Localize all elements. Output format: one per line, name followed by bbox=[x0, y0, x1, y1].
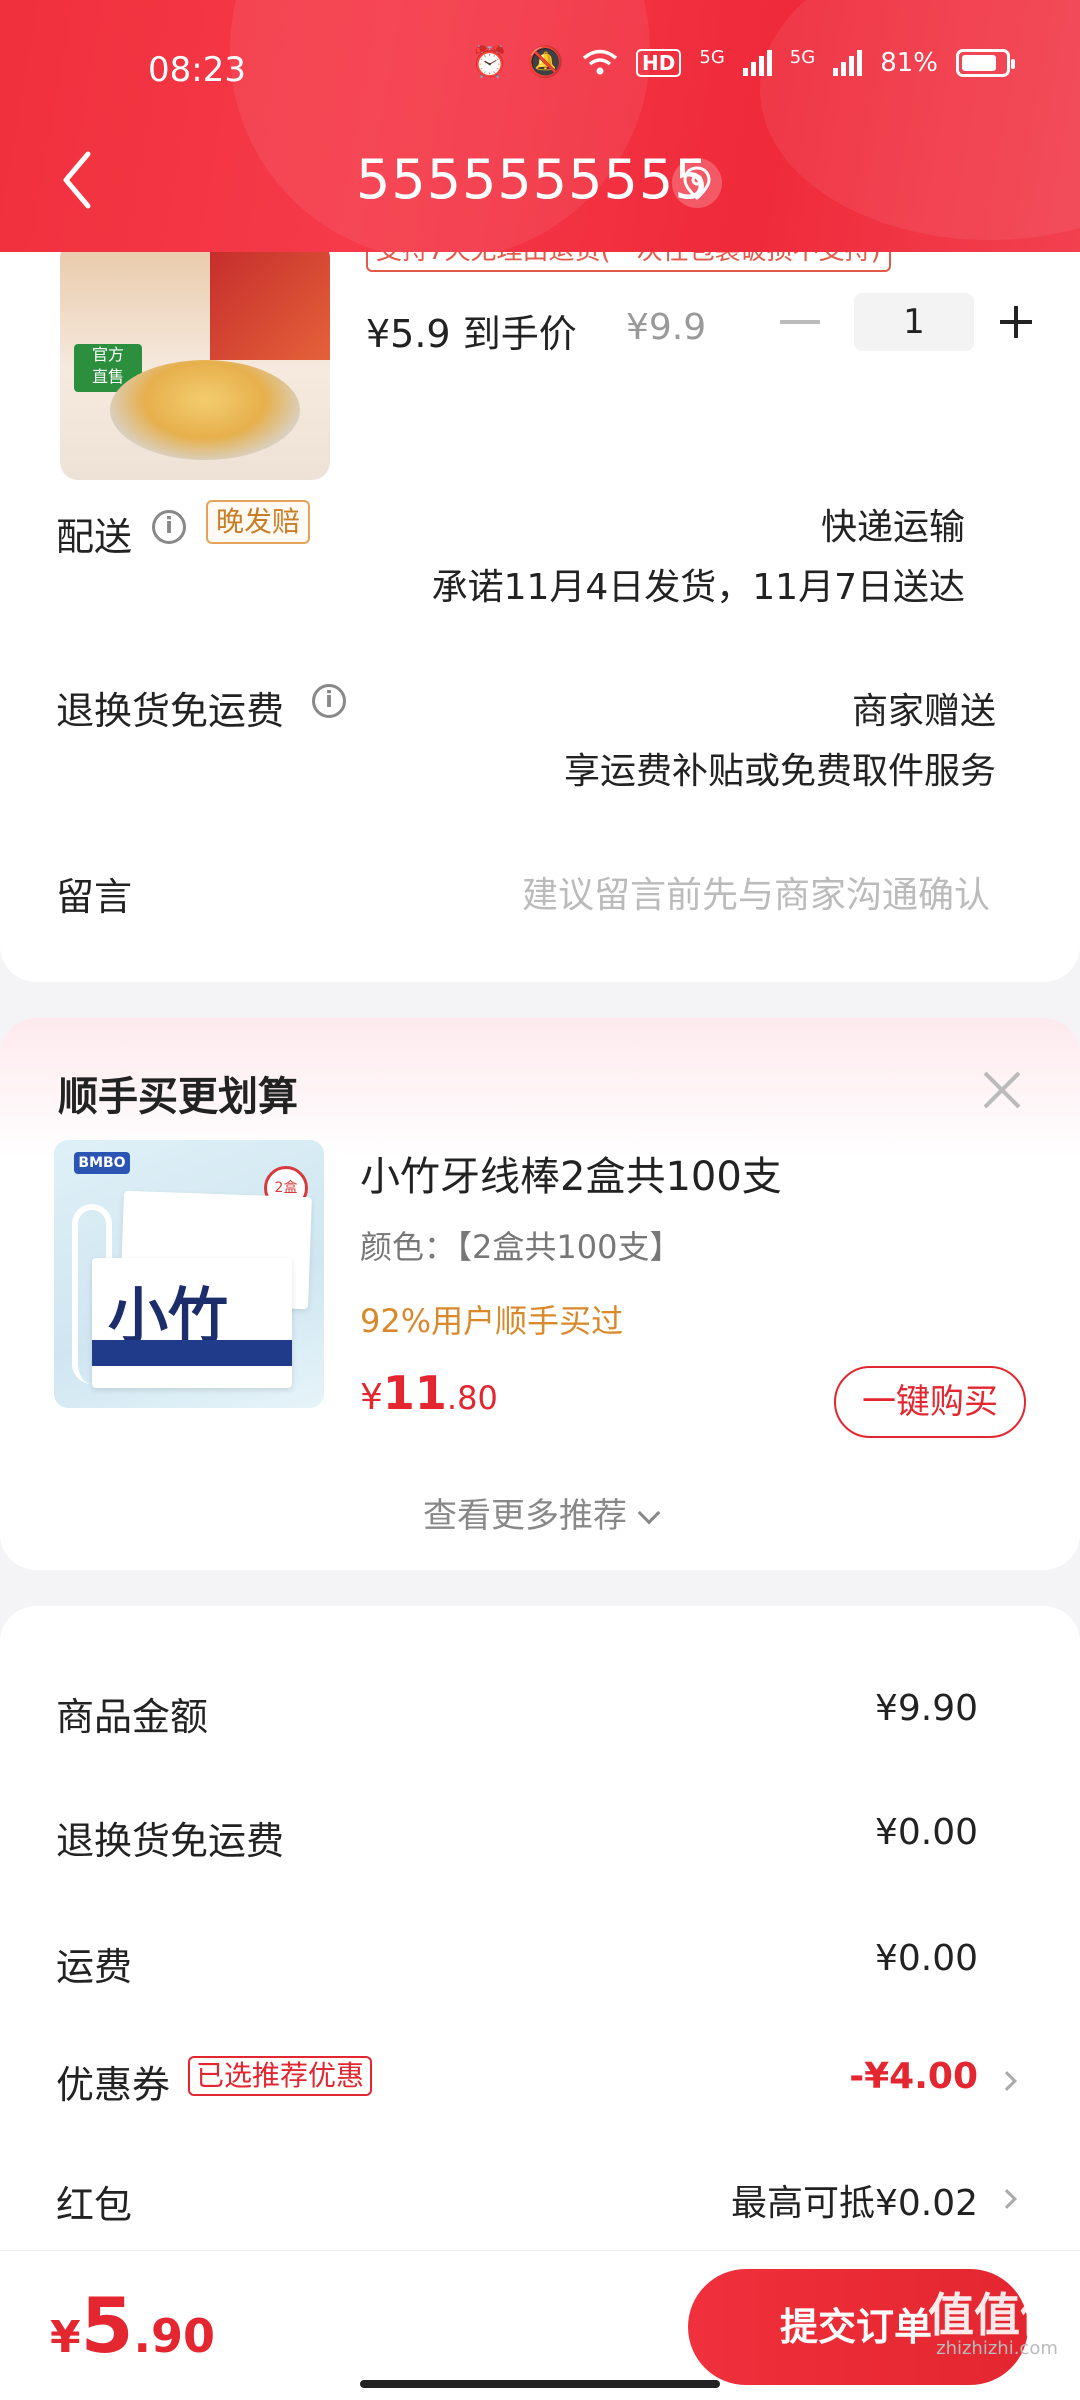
currency-symbol: ¥ bbox=[50, 2312, 81, 2363]
alarm-icon: ⏰ bbox=[471, 45, 509, 80]
summary-value-shipping: ¥0.00 bbox=[874, 1938, 978, 1979]
hd-voice-icon: HD bbox=[636, 49, 682, 77]
summary-label-goods: 商品金额 bbox=[56, 1695, 209, 1739]
one-click-buy-button[interactable]: 一键购买 bbox=[834, 1366, 1026, 1438]
chevron-right-icon[interactable] bbox=[997, 2071, 1017, 2091]
total-price: ¥5.90 bbox=[50, 2281, 215, 2370]
delivery-method[interactable]: 快递运输 bbox=[821, 498, 965, 550]
summary-value-goods: ¥9.90 bbox=[874, 1688, 978, 1729]
watermark: 值值值 zhizhizhi.com bbox=[928, 2291, 1066, 2359]
signal-bars-icon-2 bbox=[833, 50, 863, 76]
total-integer: 5 bbox=[80, 2281, 134, 2370]
summary-value-coupon[interactable]: -¥4.00 bbox=[849, 2056, 978, 2097]
location-pin-icon[interactable] bbox=[672, 158, 722, 208]
message-input[interactable]: 建议留言前先与商家沟通确认 bbox=[522, 866, 990, 918]
thumb-package bbox=[210, 240, 330, 360]
chevron-right-icon[interactable] bbox=[997, 2189, 1017, 2209]
delivery-promise: 承诺11月4日发货，11月7日送达 bbox=[431, 567, 965, 608]
recommend-price: ¥11.80 bbox=[360, 1366, 498, 1420]
status-bar: 08:23 ⏰ 🔕 HD 5G 5G 81% bbox=[0, 40, 1080, 100]
return-shipping-gift: 商家赠送 bbox=[851, 691, 996, 732]
more-recommendations-link[interactable]: 查看更多推荐 bbox=[0, 1488, 1080, 1537]
delivery-label: 配送 bbox=[56, 515, 133, 559]
wifi-icon bbox=[582, 49, 618, 75]
product-thumbnail[interactable]: 官方 直售 bbox=[60, 240, 330, 480]
final-price: ¥5.9 到手价 bbox=[366, 312, 577, 356]
page-title[interactable]: 5555555555 bbox=[356, 148, 710, 211]
quantity-stepper: 1 bbox=[780, 293, 1032, 351]
watermark-logo: 值值值 bbox=[928, 2288, 1066, 2342]
more-label: 查看更多推荐 bbox=[423, 1496, 627, 1536]
recommend-social-proof: 92%用户顺手买过 bbox=[360, 1302, 624, 1340]
summary-label-return: 退换货免运费 bbox=[56, 1819, 285, 1863]
signal-bars-icon bbox=[742, 50, 772, 76]
recommend-card: 顺手买更划算 BMBO 2盒100 小竹 小竹牙线棒2盒共100支 颜色：【2盒… bbox=[0, 1018, 1080, 1570]
battery-icon bbox=[956, 49, 1015, 77]
app-header: 08:23 ⏰ 🔕 HD 5G 5G 81% 5555555555 bbox=[0, 0, 1080, 252]
signal-5g-label-2: 5G bbox=[789, 46, 816, 68]
recommend-variant: 颜色：【2盒共100支】 bbox=[360, 1228, 682, 1266]
price-decimal: .80 bbox=[446, 1379, 498, 1417]
order-item-card: 官方 直售 支持7天无理由退货(一次性包装破损不支持) ¥5.9 到手价 ¥9.… bbox=[0, 180, 1080, 982]
price-integer: 11 bbox=[382, 1366, 447, 1420]
late-compensation-badge: 晚发赔 bbox=[206, 500, 311, 544]
close-icon[interactable] bbox=[982, 1070, 1022, 1110]
clock: 08:23 bbox=[148, 50, 246, 90]
price-summary-card: 商品金额 ¥9.90 退换货免运费 ¥0.00 运费 ¥0.00 优惠券 已选推… bbox=[0, 1606, 1080, 2306]
summary-label-shipping: 运费 bbox=[56, 1945, 133, 1989]
recommend-thumbnail[interactable]: BMBO 2盒100 小竹 bbox=[54, 1140, 324, 1408]
currency-symbol: ¥ bbox=[360, 1377, 383, 1418]
increase-button[interactable] bbox=[1000, 306, 1032, 338]
summary-label-coupon[interactable]: 优惠券 bbox=[56, 2054, 170, 2109]
decrease-button[interactable] bbox=[780, 320, 820, 324]
info-icon[interactable]: i bbox=[312, 684, 346, 718]
chevron-down-icon bbox=[637, 1501, 661, 1525]
message-label: 留言 bbox=[56, 875, 133, 919]
info-icon[interactable]: i bbox=[152, 510, 186, 544]
summary-value-return: ¥0.00 bbox=[874, 1812, 978, 1853]
order-confirm-page: 官方 直售 支持7天无理由退货(一次性包装破损不支持) ¥5.9 到手价 ¥9.… bbox=[0, 0, 1080, 2400]
quantity-field[interactable]: 1 bbox=[854, 293, 974, 351]
box-stripe bbox=[92, 1340, 292, 1366]
back-arrow-icon[interactable] bbox=[58, 150, 98, 210]
original-price: ¥9.9 bbox=[626, 307, 707, 348]
watermark-site: zhizhizhi.com bbox=[936, 2338, 1058, 2359]
battery-percent: 81% bbox=[880, 48, 938, 78]
return-shipping-service: 享运费补贴或免费取件服务 bbox=[563, 751, 996, 792]
coupon-badge: 已选推荐优惠 bbox=[188, 2056, 373, 2096]
total-decimal: .90 bbox=[133, 2309, 216, 2363]
recommend-product-name[interactable]: 小竹牙线棒2盒共100支 bbox=[360, 1144, 782, 1202]
return-shipping-label: 退换货免运费 bbox=[56, 689, 285, 733]
checkout-bar: ¥5.90 提交订单 值值值 zhizhizhi.com bbox=[0, 2250, 1080, 2400]
summary-label-redpacket[interactable]: 红包 bbox=[56, 2174, 132, 2229]
brand-logo: BMBO bbox=[74, 1152, 130, 1174]
home-indicator[interactable] bbox=[360, 2380, 720, 2388]
mute-bell-icon: 🔕 bbox=[526, 45, 565, 80]
thumb-bowl bbox=[110, 360, 300, 460]
summary-value-redpacket[interactable]: 最高可抵¥0.02 bbox=[731, 2174, 978, 2226]
recommend-title: 顺手买更划算 bbox=[58, 1074, 298, 1120]
signal-5g-label: 5G bbox=[699, 46, 725, 68]
